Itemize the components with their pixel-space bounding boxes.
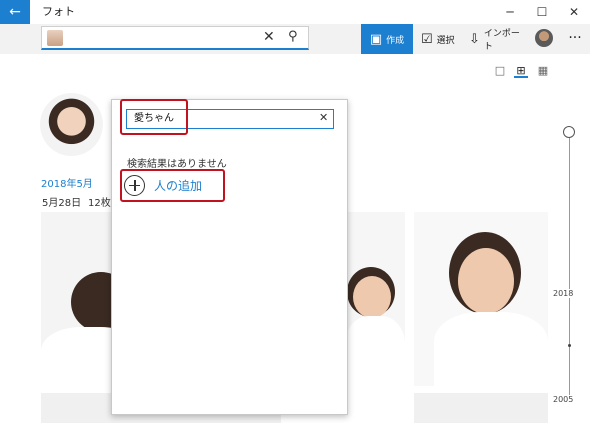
timeline-handle[interactable] bbox=[563, 126, 575, 138]
title-bar: ← フォト ─ ☐ ✕ bbox=[0, 0, 590, 24]
clear-name-icon[interactable]: ✕ bbox=[319, 111, 328, 124]
timeline-dot bbox=[568, 344, 571, 347]
date-heading: 2018年5月 bbox=[41, 179, 93, 190]
timeline-year-top[interactable]: 2018 bbox=[552, 289, 575, 298]
highlight-box-add-person bbox=[120, 169, 225, 202]
clear-search-icon[interactable]: ✕ bbox=[263, 29, 275, 45]
account-avatar[interactable] bbox=[535, 29, 553, 47]
create-label: 作成 bbox=[386, 35, 405, 46]
select-button[interactable]: ☑ 選択 bbox=[421, 24, 459, 54]
back-button[interactable]: ← bbox=[0, 0, 30, 24]
highlight-box-input bbox=[120, 99, 188, 135]
toolbar: ✕ ⚲ ▣ 作成 ☑ 選択 ⇩ インポート ··· bbox=[0, 24, 590, 54]
maximize-button[interactable]: ☐ bbox=[527, 0, 557, 24]
timeline-track[interactable] bbox=[569, 133, 570, 399]
timeline-year-bottom[interactable]: 2005 bbox=[552, 395, 575, 404]
single-view-icon[interactable]: □ bbox=[493, 64, 507, 78]
create-button[interactable]: ▣ 作成 bbox=[361, 24, 413, 54]
import-icon: ⇩ bbox=[469, 31, 480, 47]
no-results-text: 検索結果はありません bbox=[127, 159, 227, 170]
photo-create-icon: ▣ bbox=[369, 31, 383, 47]
close-button[interactable]: ✕ bbox=[559, 0, 589, 24]
import-button[interactable]: ⇩ インポート bbox=[469, 24, 525, 54]
person-avatar[interactable] bbox=[40, 93, 103, 156]
grid-small-view-icon[interactable]: ▦ bbox=[536, 64, 550, 78]
name-person-popup bbox=[111, 99, 348, 415]
photo-count: 12枚 bbox=[88, 198, 111, 209]
app-title: フォト bbox=[42, 5, 75, 18]
search-icon[interactable]: ⚲ bbox=[288, 29, 298, 44]
select-label: 選択 bbox=[436, 35, 455, 46]
grid-medium-view-icon[interactable]: ⊞ bbox=[514, 64, 528, 78]
photo-thumbnail[interactable] bbox=[414, 393, 548, 423]
more-options-button[interactable]: ··· bbox=[564, 24, 586, 54]
minimize-button[interactable]: ─ bbox=[495, 0, 525, 24]
checklist-icon: ☑ bbox=[421, 31, 433, 47]
arrow-left-icon: ← bbox=[9, 4, 21, 20]
person-thumbnail-icon bbox=[47, 30, 63, 46]
photo-thumbnail[interactable] bbox=[414, 212, 548, 386]
date-subheading: 5月28日 bbox=[42, 198, 82, 209]
search-input[interactable]: ✕ ⚲ bbox=[41, 26, 309, 50]
import-label: インポート bbox=[483, 29, 520, 52]
